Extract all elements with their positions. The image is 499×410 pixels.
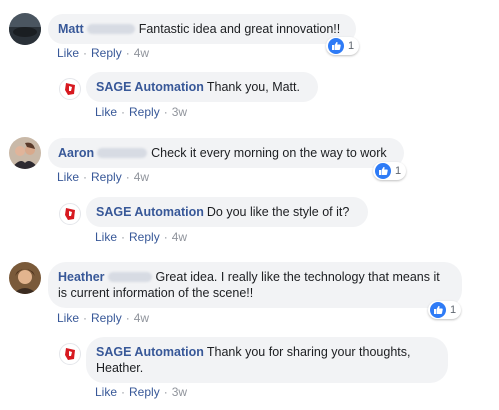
comment-bubble: Aaron Check it every morning on the way t…: [48, 138, 404, 168]
page-avatar[interactable]: [59, 78, 81, 100]
page-avatar[interactable]: [59, 203, 81, 225]
reply-link[interactable]: Reply: [91, 46, 122, 60]
reply-bubble: SAGE Automation Thank you, Matt.: [86, 72, 318, 102]
blurred-surname: [86, 24, 135, 34]
like-link[interactable]: Like: [95, 385, 117, 399]
reply-author[interactable]: SAGE Automation: [96, 345, 204, 359]
thumbs-up-icon: [430, 302, 446, 318]
comment-author[interactable]: Heather: [58, 270, 105, 284]
like-link[interactable]: Like: [57, 170, 79, 184]
reaction-count[interactable]: 1: [373, 162, 407, 180]
timestamp[interactable]: 4w: [134, 311, 149, 325]
avatar[interactable]: [9, 13, 41, 45]
avatar[interactable]: [9, 137, 41, 169]
like-link[interactable]: Like: [57, 46, 79, 60]
blurred-surname: [107, 272, 152, 282]
reply-actions: Like · Reply · 4w: [95, 230, 188, 244]
comment-actions: Like · Reply · 4w: [57, 46, 150, 60]
timestamp[interactable]: 4w: [172, 230, 187, 244]
reply-actions: Like · Reply · 3w: [95, 105, 188, 119]
comment-actions: Like · Reply · 4w: [57, 311, 150, 325]
thumbs-up-icon: [328, 38, 344, 54]
reply-link[interactable]: Reply: [129, 105, 160, 119]
reply-bubble: SAGE Automation Thank you for sharing you…: [86, 337, 448, 383]
reply-text: Do you like the style of it?: [206, 205, 350, 219]
reply-bubble: SAGE Automation Do you like the style of …: [86, 197, 368, 227]
reaction-count[interactable]: 1: [326, 37, 360, 55]
like-link[interactable]: Like: [95, 230, 117, 244]
reply-author[interactable]: SAGE Automation: [96, 205, 204, 219]
reply-text: Thank you, Matt.: [206, 80, 300, 94]
avatar[interactable]: [9, 262, 41, 294]
reaction-count[interactable]: 1: [428, 301, 462, 319]
comment-author[interactable]: Matt: [58, 22, 84, 36]
like-link[interactable]: Like: [95, 105, 117, 119]
timestamp[interactable]: 3w: [172, 105, 187, 119]
reply-link[interactable]: Reply: [91, 311, 122, 325]
blurred-surname: [97, 148, 148, 158]
timestamp[interactable]: 4w: [134, 46, 149, 60]
reply-link[interactable]: Reply: [129, 230, 160, 244]
reply-actions: Like · Reply · 3w: [95, 385, 188, 399]
comment-bubble: Matt Fantastic idea and great innovation!…: [48, 14, 356, 44]
comment-text: Fantastic idea and great innovation!!: [138, 22, 341, 36]
like-link[interactable]: Like: [57, 311, 79, 325]
comment-actions: Like · Reply · 4w: [57, 170, 150, 184]
thumbs-up-icon: [375, 163, 391, 179]
comment-bubble: Heather Great idea. I really like the tec…: [48, 262, 462, 308]
comment-text: Check it every morning on the way to wor…: [151, 146, 387, 160]
page-avatar[interactable]: [59, 343, 81, 365]
timestamp[interactable]: 4w: [134, 170, 149, 184]
reply-author[interactable]: SAGE Automation: [96, 80, 204, 94]
comment-author[interactable]: Aaron: [58, 146, 94, 160]
timestamp[interactable]: 3w: [172, 385, 187, 399]
reply-link[interactable]: Reply: [91, 170, 122, 184]
reply-link[interactable]: Reply: [129, 385, 160, 399]
